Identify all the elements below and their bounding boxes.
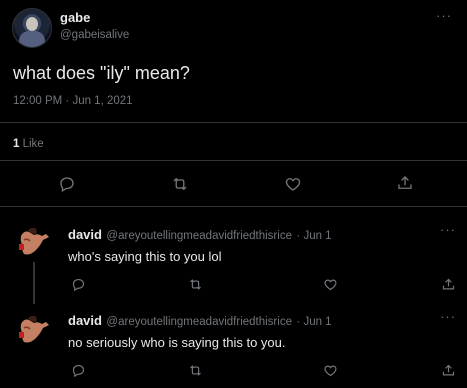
reply-author-avatar[interactable] [16, 222, 52, 258]
reply-text: no seriously who is saying this to you. [68, 335, 286, 350]
like-icon[interactable] [284, 175, 302, 193]
tweet-more-button[interactable]: ··· [436, 8, 452, 23]
author-name[interactable]: gabe [60, 10, 90, 25]
tweet-text: what does "ily" mean? [13, 63, 190, 83]
retweet-icon[interactable] [170, 175, 190, 193]
reply-icon[interactable] [58, 175, 76, 193]
divider [0, 206, 467, 207]
share-icon[interactable] [441, 277, 456, 292]
reply-author-avatar[interactable] [16, 310, 52, 346]
like-count-link[interactable]: 1 Like [13, 138, 44, 150]
reply-author-name[interactable]: david [68, 227, 102, 242]
reply-text: who's saying this to you lol [68, 249, 222, 264]
author-handle[interactable]: @gabeisalive [60, 29, 129, 41]
like-count: 1 [13, 138, 20, 150]
retweet-icon[interactable] [187, 363, 204, 378]
reply-author-handle[interactable]: @areyoutellingmeadavidfriedthisrice [106, 316, 292, 328]
tweet-timestamp[interactable]: 12:00 PM · Jun 1, 2021 [13, 95, 133, 107]
reply-more-button[interactable]: ··· [440, 309, 456, 324]
divider [0, 122, 467, 123]
share-icon[interactable] [441, 363, 456, 378]
reply-header: david @areyoutellingmeadavidfriedthisric… [68, 312, 332, 330]
reply-icon[interactable] [71, 277, 86, 292]
share-icon[interactable] [396, 174, 414, 192]
reply-header: david @areyoutellingmeadavidfriedthisric… [68, 226, 332, 244]
reply-author-handle[interactable]: @areyoutellingmeadavidfriedthisrice [106, 230, 292, 242]
retweet-icon[interactable] [187, 277, 204, 292]
like-label: Like [22, 138, 44, 150]
reply-date[interactable]: · Jun 1 [296, 316, 331, 328]
reply-icon[interactable] [71, 363, 86, 378]
reply-more-button[interactable]: ··· [440, 222, 456, 237]
reply-date[interactable]: · Jun 1 [296, 230, 331, 242]
thread-line [33, 262, 35, 304]
like-icon[interactable] [323, 277, 338, 292]
like-icon[interactable] [323, 363, 338, 378]
author-avatar[interactable] [12, 8, 52, 48]
divider [0, 160, 467, 161]
reply-author-name[interactable]: david [68, 313, 102, 328]
